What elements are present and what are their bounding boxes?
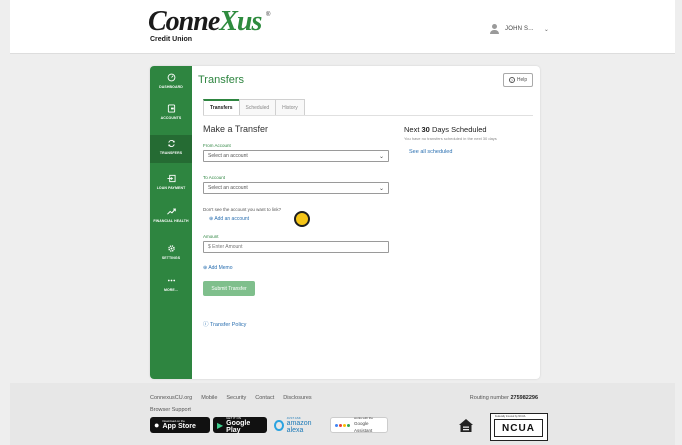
transfers-icon [166, 138, 177, 149]
accounts-icon [166, 103, 177, 114]
add-account-label: Add an account [214, 216, 250, 222]
tab-bar: Transfers Scheduled History [203, 99, 305, 115]
sidebar-item-label: LOAN PAYMENT [156, 186, 186, 190]
from-account-label: From Account [203, 143, 231, 148]
sidebar-item-label: SETTINGS [161, 256, 181, 260]
footer-link-connexuscu[interactable]: ConnexusCU.org [150, 395, 192, 401]
sidebar-item-transfers[interactable]: TRANSFERS [150, 135, 192, 163]
chevron-down-icon: ⌄ [378, 154, 384, 160]
ncua-badge: Federally Insured by NCUA NCUA [490, 413, 548, 441]
transfer-policy-link[interactable]: ⓘ Transfer Policy [203, 320, 246, 328]
to-account-label: To Account [203, 175, 226, 180]
loan-payment-icon [166, 173, 177, 184]
tab-transfers[interactable]: Transfers [203, 99, 240, 115]
info-circle-icon: ⓘ [203, 322, 210, 328]
sidebar-item-dashboard[interactable]: DASHBOARD [150, 69, 192, 97]
more-icon [166, 275, 177, 286]
footer-link-contact[interactable]: Contact [255, 395, 274, 401]
ncua-text: NCUA [494, 419, 543, 437]
equal-housing-lender-icon [458, 418, 474, 433]
question-icon: ? [508, 77, 515, 83]
tab-history[interactable]: History [275, 99, 305, 115]
amazon-alexa-badge[interactable]: JUST ASK amazon alexa [270, 416, 326, 434]
sidebar-item-label: DASHBOARD [159, 85, 183, 89]
form-title: Make a Transfer [203, 124, 269, 134]
see-all-scheduled-link[interactable]: See all scheduled [409, 149, 452, 155]
to-account-select[interactable]: Select an account ⌄ [203, 182, 389, 194]
sidebar-item-label: MORE... [163, 288, 179, 292]
user-icon [490, 24, 499, 34]
footer-link-security[interactable]: Security [226, 395, 246, 401]
submit-transfer-button[interactable]: Submit Transfer [203, 281, 255, 296]
cursor-indicator [294, 211, 310, 227]
app-store-badge[interactable]: ● Download on the App Store [150, 417, 210, 433]
user-menu[interactable]: JOHN S... ⌄ [490, 22, 549, 36]
header: ConneXus ® Credit Union JOHN S... ⌄ [10, 0, 675, 54]
sidebar-item-financial-health[interactable]: FINANCIAL HEALTH [150, 203, 192, 231]
add-memo-link[interactable]: ⊕ Add Memo [203, 265, 233, 271]
logo-wordmark: ConneXus [148, 6, 262, 37]
help-label: Help [516, 77, 528, 83]
settings-icon [166, 243, 177, 254]
chevron-down-icon: ⌄ [378, 186, 384, 192]
alexa-icon [274, 419, 284, 431]
dashboard-icon [166, 72, 177, 83]
add-account-link[interactable]: ⊕ Add an account [209, 216, 249, 222]
page: ConneXus ® Credit Union JOHN S... ⌄ DASH… [0, 0, 682, 445]
footer-links: ConnexusCU.org Mobile Security Contact D… [150, 395, 321, 401]
from-account-select[interactable]: Select an account ⌄ [203, 150, 389, 162]
app-card: DASHBOARD ACCOUNTS TRANSFERS LOAN PAYMEN… [150, 66, 540, 379]
main-content: Transfers ? Help Transfers Scheduled His… [192, 66, 540, 379]
sidebar-item-accounts[interactable]: ACCOUNTS [150, 100, 192, 128]
chevron-down-icon: ⌄ [543, 26, 550, 33]
logo-registered-mark: ® [266, 12, 271, 18]
routing-number: Routing number 275982296 [469, 395, 538, 401]
scheduled-heading: Next 30 Days Scheduled [404, 125, 487, 134]
from-account-value: Select an account [208, 153, 248, 159]
google-play-badge[interactable]: ▶ GET IT ON Google Play [213, 416, 267, 434]
scheduled-empty-text: You have no transfers scheduled in the n… [404, 136, 497, 141]
sidebar-item-label: TRANSFERS [159, 151, 183, 155]
amount-label: Amount [203, 234, 219, 239]
sidebar-item-label: ACCOUNTS [160, 116, 182, 120]
financial-health-icon [166, 206, 177, 217]
amount-placeholder: $ Enter Amount [208, 244, 243, 250]
google-assistant-icon [335, 423, 351, 427]
help-button[interactable]: ? Help [503, 73, 533, 87]
transfer-policy-label: Transfer Policy [209, 322, 247, 328]
sidebar-item-loan-payment[interactable]: LOAN PAYMENT [150, 170, 192, 198]
connexus-logo[interactable]: ConneXus ® Credit Union [148, 6, 278, 46]
ncua-small-text: Federally Insured by NCUA [495, 415, 526, 418]
link-account-question: Don't see the account you want to link? [203, 207, 282, 212]
footer: ConnexusCU.org Mobile Security Contact D… [10, 383, 675, 445]
browser-support-link[interactable]: Browser Support [150, 407, 191, 413]
user-name: JOHN S... [505, 26, 534, 32]
sidebar-item-settings[interactable]: SETTINGS [150, 240, 192, 268]
footer-link-disclosures[interactable]: Disclosures [283, 395, 311, 401]
sidebar-item-more[interactable]: MORE... [150, 272, 192, 300]
add-memo-label: Add Memo [208, 265, 233, 271]
to-account-value: Select an account [208, 185, 248, 191]
logo-subtitle: Credit Union [150, 36, 192, 43]
page-title: Transfers [198, 74, 245, 86]
apple-icon: ● [154, 420, 160, 430]
amount-input[interactable]: $ Enter Amount [203, 241, 389, 253]
google-assistant-badge[interactable]: works with the Google Assistant [330, 416, 388, 433]
footer-link-mobile[interactable]: Mobile [201, 395, 217, 401]
tab-divider [203, 115, 533, 116]
sidebar: DASHBOARD ACCOUNTS TRANSFERS LOAN PAYMEN… [150, 66, 192, 379]
play-icon: ▶ [217, 420, 224, 430]
tab-scheduled[interactable]: Scheduled [238, 99, 277, 115]
sidebar-item-label: FINANCIAL HEALTH [153, 219, 189, 223]
